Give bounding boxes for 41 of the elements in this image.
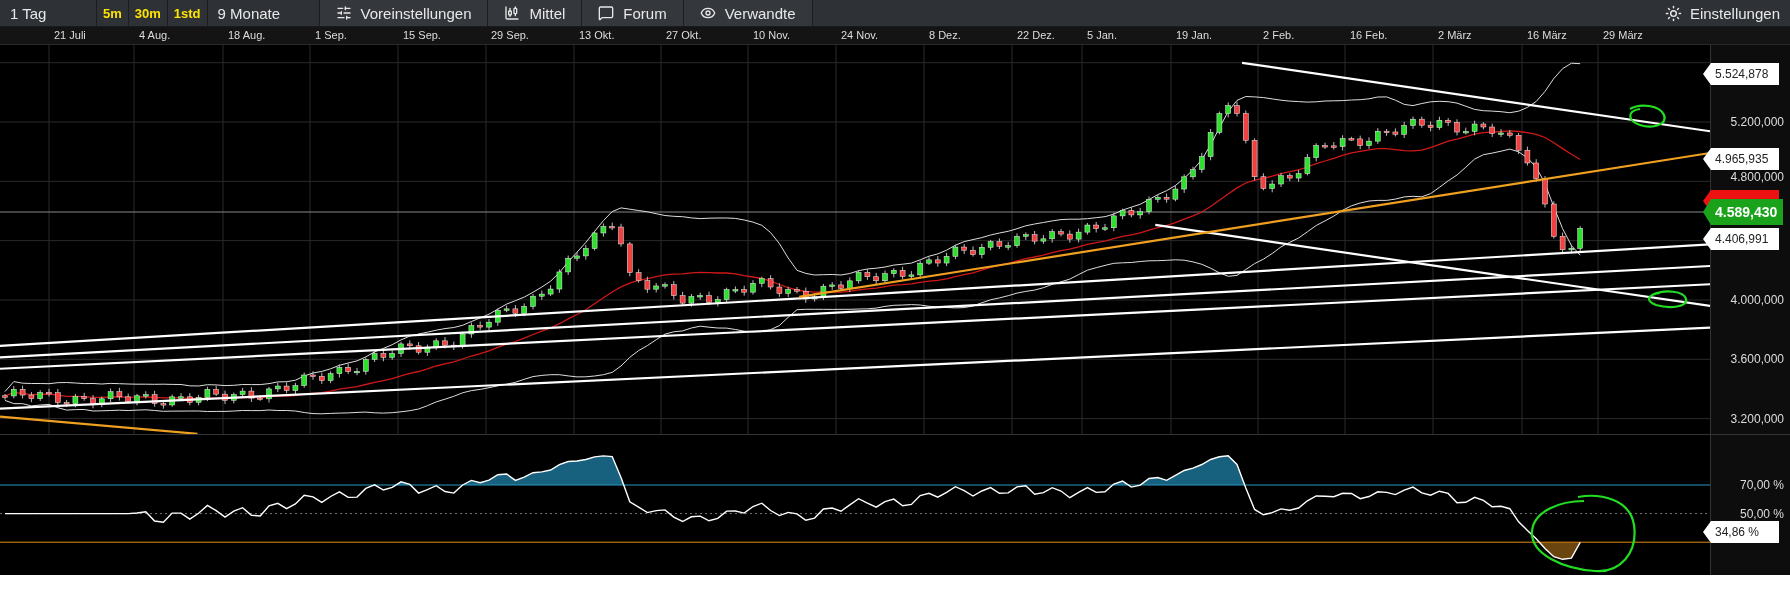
date-label: 27 Okt. bbox=[666, 29, 702, 41]
price-tick-label: 5.200,000 bbox=[1730, 115, 1784, 129]
date-label: 21 Juli bbox=[54, 29, 86, 41]
range-selector[interactable]: 9 Monate bbox=[207, 0, 320, 26]
last-price-marker: 4.589,430 bbox=[1703, 199, 1784, 225]
price-marker: 4.406,991 bbox=[1703, 228, 1779, 250]
date-label: 15 Sep. bbox=[403, 29, 441, 41]
interval-button[interactable]: 1std bbox=[167, 0, 208, 26]
date-label: 2 März bbox=[1438, 29, 1472, 41]
date-label: 24 Nov. bbox=[841, 29, 879, 41]
rsi-marker: 34,86 % bbox=[1703, 521, 1779, 543]
price-marker: 4.965,935 bbox=[1703, 148, 1779, 170]
interval-button[interactable]: 5m bbox=[97, 0, 129, 26]
toolbar-button[interactable]: Voreinstellungen bbox=[319, 0, 489, 26]
interval-button[interactable]: 30m bbox=[128, 0, 168, 26]
rsi-tick-label: 50,00 % bbox=[1739, 507, 1784, 521]
date-label: 22 Dez. bbox=[1017, 29, 1055, 41]
date-label: 16 Feb. bbox=[1350, 29, 1388, 41]
date-label: 4 Aug. bbox=[139, 29, 171, 41]
date-label: 10 Nov. bbox=[753, 29, 791, 41]
date-label: 18 Aug. bbox=[228, 29, 266, 41]
toolbar-button[interactable]: Mittel bbox=[488, 0, 583, 26]
toolbar-button[interactable]: Forum bbox=[582, 0, 684, 26]
price-tick-label: 3.200,000 bbox=[1730, 412, 1784, 426]
period-selector[interactable]: 1 Tag bbox=[0, 0, 97, 26]
price-tick-label: 4.800,000 bbox=[1730, 170, 1784, 184]
date-label: 29 Sep. bbox=[491, 29, 529, 41]
date-label: 29 März bbox=[1603, 29, 1643, 41]
date-label: 13 Okt. bbox=[579, 29, 615, 41]
price-tick-label: 3.600,000 bbox=[1730, 352, 1784, 366]
settings-button[interactable]: Einstellungen bbox=[1654, 0, 1790, 26]
date-label: 1 Sep. bbox=[315, 29, 347, 41]
rsi-tick-label: 70,00 % bbox=[1739, 478, 1784, 492]
date-label: 8 Dez. bbox=[929, 29, 961, 41]
date-label: 16 März bbox=[1527, 29, 1567, 41]
date-label: 2 Feb. bbox=[1263, 29, 1295, 41]
date-label: 19 Jan. bbox=[1176, 29, 1213, 41]
price-tick-label: 4.000,000 bbox=[1730, 293, 1784, 307]
date-label: 5 Jan. bbox=[1087, 29, 1117, 41]
toolbar-button[interactable]: Verwandte bbox=[683, 0, 813, 26]
price-marker: 5.524,878 bbox=[1703, 63, 1779, 85]
